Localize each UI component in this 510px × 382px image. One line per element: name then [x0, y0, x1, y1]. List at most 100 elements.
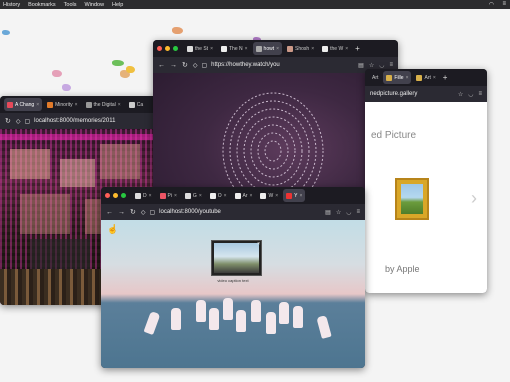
tab-y[interactable]: Y × — [283, 189, 306, 202]
new-tab-button[interactable]: + — [353, 44, 362, 53]
minimize-window-button[interactable] — [165, 46, 170, 51]
tab-the-st[interactable]: the St × — [184, 42, 216, 55]
forward-icon[interactable]: → — [170, 62, 177, 69]
browser-window-youtube[interactable]: D × Pi × G × O × Ar × W × Y × ← → ↻ ◇ ▢ … — [101, 187, 365, 368]
close-icon[interactable]: × — [36, 102, 39, 108]
hand-figure — [209, 308, 219, 330]
tab-favicon — [128, 101, 135, 108]
tab-d[interactable]: D × — [132, 189, 155, 202]
close-icon[interactable]: × — [199, 193, 202, 199]
video-caption: video caption text — [217, 278, 249, 283]
reload-icon[interactable]: ↻ — [182, 61, 188, 69]
close-icon[interactable]: × — [224, 193, 227, 199]
tab-favicon — [286, 192, 293, 199]
bookmark-star-icon[interactable]: ☆ — [458, 91, 463, 98]
reader-view-icon[interactable]: ▤ — [325, 209, 331, 216]
tab-g[interactable]: G × — [182, 189, 205, 202]
glitch-block — [100, 144, 140, 179]
close-icon[interactable]: × — [276, 46, 279, 52]
close-window-button[interactable] — [105, 193, 110, 198]
close-icon[interactable]: × — [245, 46, 248, 52]
browser-window-gallery[interactable]: Art Fille × Art × + nedpicture.gallery ☆… — [365, 69, 487, 293]
close-icon[interactable]: × — [118, 102, 121, 108]
close-window-button[interactable] — [157, 46, 162, 51]
tab-ar[interactable]: Ar × — [232, 189, 256, 202]
tab-bar: Art Fille × Art × + — [365, 69, 487, 86]
tab-art-2[interactable]: Art × — [413, 71, 438, 84]
tab-favicon — [187, 45, 193, 52]
bookmark-star-icon[interactable]: ☆ — [336, 209, 341, 216]
reload-icon[interactable]: ↻ — [5, 117, 11, 125]
reader-view-icon[interactable]: ▤ — [358, 62, 364, 69]
tab-label: Y — [294, 192, 298, 199]
close-icon[interactable]: × — [433, 75, 436, 81]
menu-tools[interactable]: Tools — [64, 2, 77, 8]
glitch-block — [10, 149, 50, 179]
pocket-icon[interactable]: ◡ — [379, 62, 384, 69]
close-icon[interactable]: × — [149, 193, 152, 199]
url-bar[interactable]: ◇ ▢ localhost:8000/youtube — [141, 207, 320, 218]
tab-a-chang[interactable]: A Chang × — [4, 98, 43, 111]
zoom-window-button[interactable] — [121, 193, 126, 198]
forward-icon[interactable]: → — [118, 209, 125, 216]
close-icon[interactable]: × — [174, 193, 177, 199]
menu-history[interactable]: History — [3, 2, 20, 8]
url-bar[interactable]: ◇ ▢ https://howthey.watch/you — [193, 60, 353, 71]
zoom-window-button[interactable] — [173, 46, 178, 51]
tab-ca[interactable]: Ca — [126, 98, 146, 111]
tab-shosh[interactable]: Shosh × — [284, 42, 317, 55]
close-icon[interactable]: × — [250, 193, 253, 199]
hand-figure — [316, 315, 332, 339]
close-icon[interactable]: × — [406, 75, 409, 81]
url-bar[interactable]: nedpicture.gallery — [370, 89, 453, 100]
tab-label: Fille — [394, 74, 404, 81]
nav-bar: ↻ ◇ ▢ localhost:8000/memories/2011 — [0, 113, 160, 129]
tab-pi[interactable]: Pi × — [157, 189, 180, 202]
tab-fille[interactable]: Fille × — [383, 71, 412, 84]
shield-icon[interactable]: ◇ — [141, 209, 146, 216]
menu-help[interactable]: Help — [112, 2, 123, 8]
tab-art[interactable]: Art — [369, 71, 381, 84]
hand-figure — [266, 312, 276, 334]
menu-icon[interactable]: ≡ — [389, 62, 393, 69]
pocket-icon[interactable]: ◡ — [468, 91, 473, 98]
video-thumbnail[interactable]: × — [211, 240, 262, 276]
back-icon[interactable]: ← — [106, 209, 113, 216]
minimize-window-button[interactable] — [113, 193, 118, 198]
tab-howt[interactable]: howt × — [252, 42, 283, 55]
close-icon[interactable]: × — [275, 193, 278, 199]
reload-icon[interactable]: ↻ — [130, 208, 136, 216]
tab-label: A Chang — [15, 101, 35, 108]
shield-icon[interactable]: ◇ — [16, 118, 21, 125]
control-center-icon[interactable]: ≡ — [502, 1, 506, 7]
menu-icon[interactable]: ≡ — [356, 209, 360, 216]
close-icon[interactable]: × — [345, 46, 348, 52]
close-icon[interactable]: × — [311, 46, 314, 52]
back-icon[interactable]: ← — [158, 62, 165, 69]
new-tab-button[interactable]: + — [441, 73, 450, 82]
tab-minority[interactable]: Minority × — [44, 98, 80, 111]
menu-icon[interactable]: ≡ — [478, 91, 482, 98]
tab-w[interactable]: W × — [257, 189, 281, 202]
shield-icon[interactable]: ◇ — [193, 62, 198, 69]
menu-bookmarks[interactable]: Bookmarks — [28, 2, 56, 8]
tab-favicon — [287, 45, 294, 52]
hand-figure — [293, 306, 303, 328]
pocket-icon[interactable]: ◡ — [346, 209, 351, 216]
wifi-icon[interactable]: ◠ — [489, 1, 494, 8]
tab-the-n[interactable]: The N × — [218, 42, 251, 55]
tab-o[interactable]: O × — [207, 189, 230, 202]
chevron-right-icon[interactable]: › — [471, 188, 477, 209]
tab-the-digital[interactable]: the Digital × — [83, 98, 124, 111]
close-icon[interactable]: × — [75, 102, 78, 108]
close-icon[interactable]: × — [257, 241, 260, 247]
close-icon[interactable]: × — [210, 46, 213, 52]
close-icon[interactable]: × — [299, 193, 302, 199]
tab-favicon — [386, 74, 393, 81]
menu-window[interactable]: Window — [84, 2, 104, 8]
url-bar[interactable]: ◇ ▢ localhost:8000/memories/2011 — [16, 116, 155, 127]
bookmark-star-icon[interactable]: ☆ — [369, 62, 374, 69]
tab-favicon — [221, 45, 227, 52]
tab-the-w[interactable]: the W × — [319, 42, 351, 55]
tab-favicon — [260, 192, 267, 199]
